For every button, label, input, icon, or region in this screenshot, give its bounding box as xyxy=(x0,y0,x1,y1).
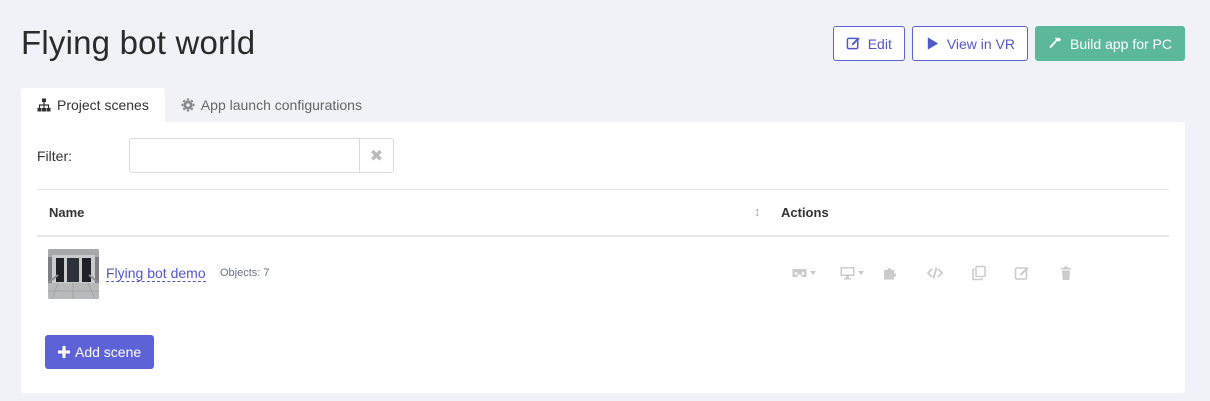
hammer-icon xyxy=(1049,37,1062,49)
object-count: Objects: 7 xyxy=(220,267,270,279)
edit-icon xyxy=(846,37,860,50)
divider xyxy=(37,235,1169,237)
trash-icon xyxy=(1061,266,1071,280)
view-in-vr-button[interactable]: View in VR xyxy=(911,26,1029,61)
column-header-name[interactable]: Name xyxy=(49,205,84,220)
vr-headset-icon xyxy=(792,269,806,277)
gear-icon xyxy=(181,98,195,112)
build-app-label: Build app for PC xyxy=(1070,35,1172,52)
scene-name-link[interactable]: Flying bot demo xyxy=(106,265,206,282)
puzzle-icon xyxy=(884,268,896,280)
plus-icon xyxy=(58,346,70,358)
desktop-dropdown[interactable] xyxy=(836,264,866,282)
tab-label: App launch configurations xyxy=(200,97,362,113)
copy-icon xyxy=(972,265,986,281)
edit-scene-button[interactable] xyxy=(1013,264,1031,282)
filter-label: Filter: xyxy=(37,148,72,164)
row-actions xyxy=(788,264,1074,282)
play-icon xyxy=(927,37,938,50)
view-in-vr-label: View in VR xyxy=(946,35,1016,52)
delete-button[interactable] xyxy=(1058,264,1074,282)
tab-project-scenes[interactable]: Project scenes xyxy=(21,88,165,122)
tab-bar: Project scenes App launch configurations xyxy=(21,88,378,122)
plugin-button[interactable] xyxy=(881,264,899,282)
scenes-panel: Filter: ✖ Name ↕ Actions Flying bot demo… xyxy=(21,122,1185,393)
sitemap-icon xyxy=(37,98,51,112)
embed-code-button[interactable] xyxy=(925,264,945,282)
duplicate-button[interactable] xyxy=(970,264,988,282)
add-scene-button[interactable]: Add scene xyxy=(45,335,155,369)
build-app-button[interactable]: Build app for PC xyxy=(1035,26,1185,61)
edit-label: Edit xyxy=(867,35,892,52)
code-icon xyxy=(927,267,943,279)
divider xyxy=(37,189,1169,190)
clear-filter-button[interactable]: ✖ xyxy=(359,138,394,173)
header-actions: Edit View in VR Build app for PC xyxy=(832,26,1185,61)
filter-input[interactable] xyxy=(129,138,360,173)
column-header-actions: Actions xyxy=(781,205,829,220)
add-scene-label: Add scene xyxy=(75,344,142,360)
sort-icon[interactable]: ↕ xyxy=(754,204,761,219)
close-icon: ✖ xyxy=(369,147,384,165)
tab-app-launch-configurations[interactable]: App launch configurations xyxy=(165,88,378,122)
desktop-icon xyxy=(840,267,854,280)
scene-thumbnail[interactable] xyxy=(48,249,99,299)
edit-button[interactable]: Edit xyxy=(832,26,905,61)
page-title: Flying bot world xyxy=(21,24,256,61)
tab-label: Project scenes xyxy=(57,97,149,113)
edit-icon xyxy=(1014,267,1029,280)
vr-headset-dropdown[interactable] xyxy=(788,264,818,282)
